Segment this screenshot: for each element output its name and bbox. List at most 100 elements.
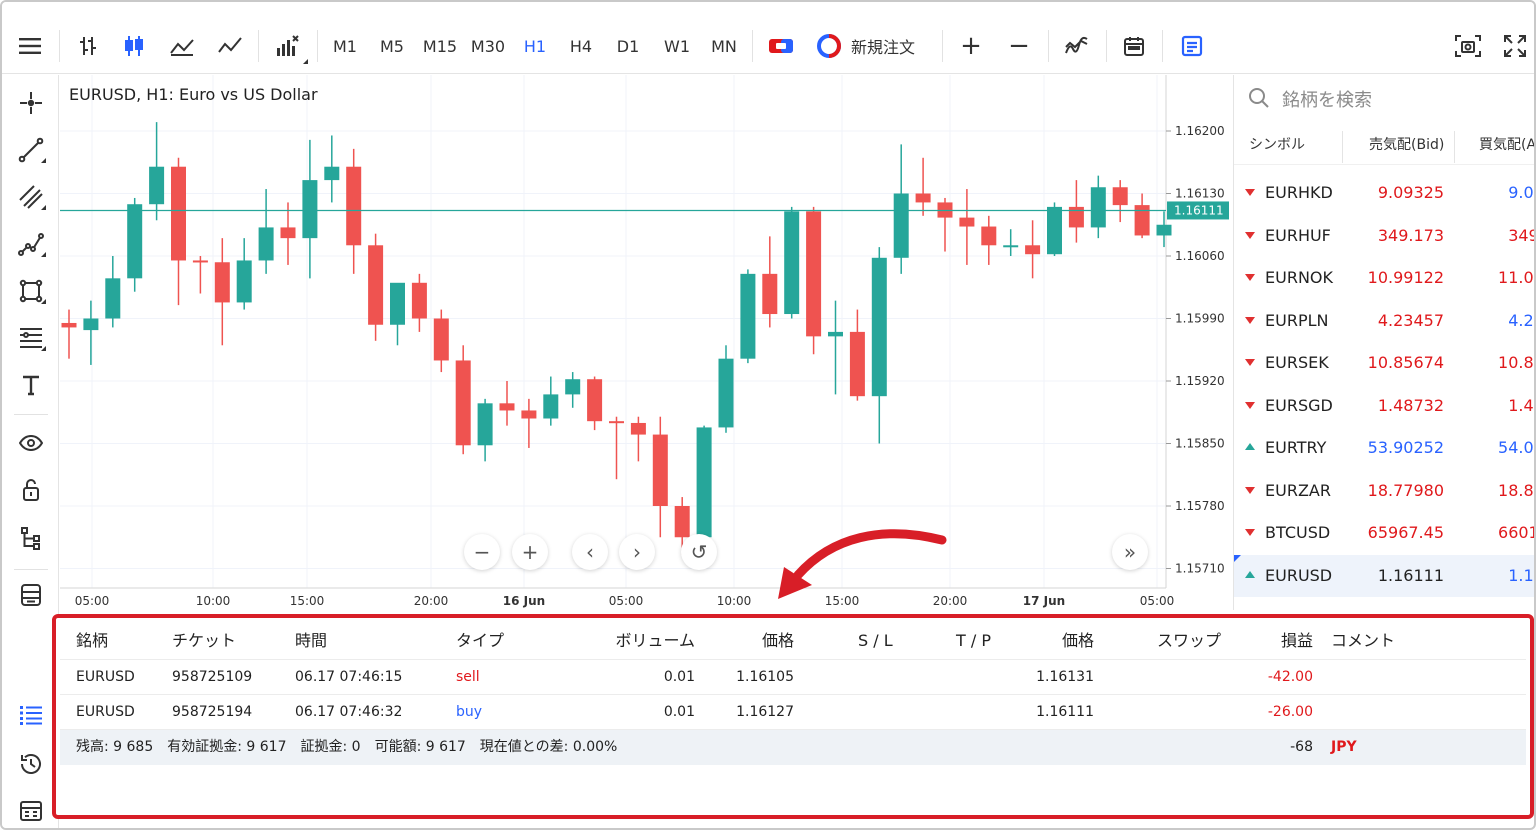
market-row[interactable]: EURSGD 1.48732 1.489 [1234, 385, 1534, 427]
timeframe-h4[interactable]: H4 [564, 24, 598, 68]
market-row[interactable]: BTCUSD 65967.45 66017. [1234, 512, 1534, 554]
zoom-out-button[interactable]: − [997, 24, 1041, 68]
candle-body [346, 166, 362, 246]
col-ticket[interactable]: チケット [172, 622, 236, 660]
col-tp[interactable]: T / P [956, 622, 991, 660]
zoom-in-button[interactable]: + [949, 24, 993, 68]
database-icon[interactable] [14, 578, 48, 612]
candle-body [258, 227, 274, 261]
x-tick-label: 10:00 [717, 594, 752, 608]
symbol-search[interactable] [1234, 75, 1534, 125]
area-line-icon[interactable] [208, 24, 252, 68]
object-tree-icon[interactable] [14, 521, 48, 555]
timeframe-m15[interactable]: M15 [421, 24, 459, 68]
scroll-to-end-button[interactable]: » [1112, 534, 1148, 570]
indicator-wave-icon[interactable] [1055, 24, 1099, 68]
candle-body [192, 260, 208, 263]
timeframe-w1[interactable]: W1 [659, 24, 695, 68]
col-type[interactable]: タイプ [456, 622, 504, 660]
position-row[interactable]: EURUSD 958725109 06.17 07:46:15 sell 0.01 1.1… [60, 660, 1526, 695]
menu-icon[interactable] [8, 24, 52, 68]
indicators-icon[interactable] [266, 24, 310, 68]
search-input[interactable] [1282, 89, 1522, 111]
timeframe-m5[interactable]: M5 [375, 24, 409, 68]
col-bid[interactable]: 売気配(Bid) [1369, 125, 1444, 165]
text-tool-icon[interactable] [14, 368, 48, 402]
market-row[interactable]: EURNOK 10.99122 11.006 [1234, 257, 1534, 299]
timeframe-m1[interactable]: M1 [328, 24, 362, 68]
timeframe-d1[interactable]: D1 [611, 24, 645, 68]
col-symbol[interactable]: シンボル [1249, 125, 1305, 165]
x-tick-label: 10:00 [196, 594, 231, 608]
crosshair-icon[interactable] [14, 86, 48, 120]
market-row[interactable]: EURHKD 9.09325 9.099 [1234, 172, 1534, 214]
candle-body [762, 273, 778, 315]
candlestick-chart[interactable]: 1.16200 1.16130 1.16060 1.15990 1.15920 1.158… [60, 75, 1232, 610]
market-row[interactable]: EURSEK 10.85674 10.866 [1234, 342, 1534, 384]
candle-body [302, 180, 318, 239]
col-volume[interactable]: ボリューム [580, 622, 695, 660]
scroll-left-button[interactable]: ‹ [572, 534, 608, 570]
fullscreen-icon[interactable] [1493, 24, 1534, 68]
col-time[interactable]: 時間 [295, 622, 327, 660]
timeframe-h1[interactable]: H1 [518, 24, 552, 68]
market-row[interactable]: EURHUF 349.173 349.7 [1234, 215, 1534, 257]
col-current-price[interactable]: 価格 [1020, 622, 1094, 660]
chart-zoom-out-button[interactable]: − [464, 534, 500, 570]
rectangle-shape-icon[interactable] [14, 274, 48, 308]
toggle-panel-icon[interactable] [1170, 24, 1214, 68]
market-symbol: EURSGD [1265, 395, 1333, 415]
eye-icon[interactable] [14, 426, 48, 460]
position-row[interactable]: EURUSD 958725194 06.17 07:46:32 buy 0.01 1.16… [60, 695, 1526, 730]
lock-icon[interactable] [14, 473, 48, 507]
candlestick-icon[interactable] [112, 24, 156, 68]
market-ask: 4.242 [1508, 310, 1534, 330]
chart-title: EURUSD, H1: Euro vs US Dollar [69, 85, 318, 104]
timeframe-mn[interactable]: MN [706, 24, 742, 68]
market-bid: 349.173 [1377, 225, 1444, 245]
x-tick-label: 16 Jun [503, 594, 545, 608]
col-comment[interactable]: コメント [1331, 622, 1395, 660]
line-chart-icon[interactable] [160, 24, 204, 68]
candle-body [1003, 245, 1019, 248]
price-chart[interactable]: 1.16200 1.16130 1.16060 1.15990 1.15920 1.158… [60, 75, 1232, 610]
trade-list-icon[interactable] [14, 698, 48, 732]
drawing-toolbar [2, 75, 59, 828]
history-icon[interactable] [14, 747, 48, 781]
calendar-icon[interactable] [1112, 24, 1156, 68]
candle-body [806, 211, 822, 337]
arrow-down-icon [1245, 231, 1255, 239]
col-ask[interactable]: 買気配(As [1479, 125, 1534, 165]
channel-icon[interactable] [14, 180, 48, 214]
timeframe-m30[interactable]: M30 [467, 24, 509, 68]
market-symbol: EURPLN [1265, 310, 1329, 330]
market-ask: 1.161 [1508, 565, 1534, 585]
reset-chart-button[interactable]: ↺ [681, 534, 717, 570]
trend-line-icon[interactable] [14, 133, 48, 167]
new-order-button[interactable]: 新規注文 [817, 24, 937, 68]
y-tick-label: 1.15710 [1175, 562, 1225, 576]
market-row[interactable]: EURZAR 18.77980 18.806 [1234, 470, 1534, 512]
candle-body [1134, 205, 1150, 236]
bar-chart-icon[interactable] [66, 24, 110, 68]
chart-zoom-in-button[interactable]: + [512, 534, 548, 570]
journal-icon[interactable] [14, 794, 48, 828]
market-row[interactable]: EURPLN 4.23457 4.242 [1234, 300, 1534, 342]
candle-body [83, 318, 99, 331]
col-swap[interactable]: スワップ [1157, 622, 1221, 660]
col-profit[interactable]: 損益 [1240, 622, 1313, 660]
candle-body [411, 282, 427, 319]
one-click-trading-icon[interactable] [759, 24, 803, 68]
candle-body [499, 403, 515, 411]
market-row[interactable]: EURUSD 1.16111 1.161 [1234, 554, 1534, 597]
screenshot-icon[interactable] [1446, 24, 1490, 68]
market-watch-header: シンボル 売気配(Bid) 買気配(As [1234, 125, 1534, 165]
market-row[interactable]: EURTRY 53.90252 54.010 [1234, 427, 1534, 469]
col-open-price[interactable]: 価格 [720, 622, 794, 660]
fibonacci-icon[interactable] [14, 321, 48, 355]
col-symbol[interactable]: 銘柄 [76, 622, 108, 660]
polyline-icon[interactable] [14, 227, 48, 261]
cell-volume: 0.01 [663, 704, 695, 720]
scroll-right-button[interactable]: › [619, 534, 655, 570]
col-sl[interactable]: S / L [858, 622, 893, 660]
